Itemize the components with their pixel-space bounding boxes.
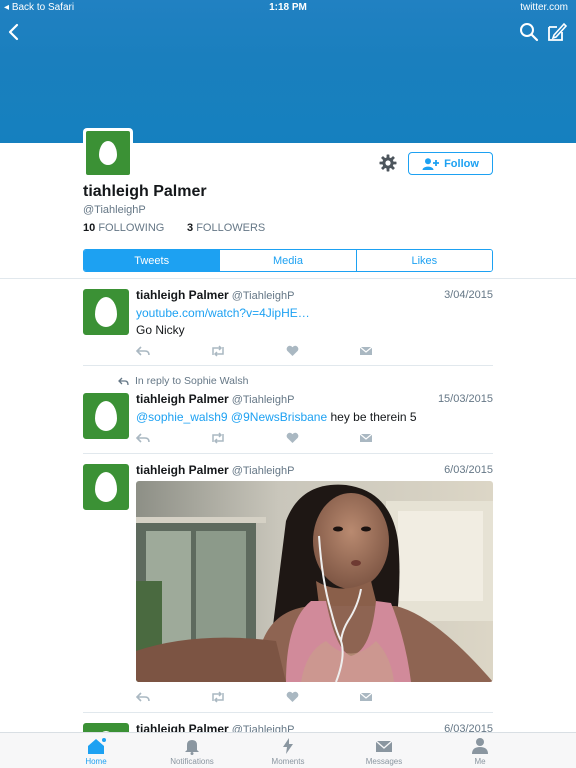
divider [83,712,493,713]
reply-icon[interactable] [135,344,150,362]
tweet-text: Go Nicky [136,323,185,337]
follow-button-label: Follow [444,157,479,170]
egg-icon [95,297,117,327]
retweet-icon[interactable] [210,431,226,449]
reply-context[interactable]: In reply to Sophie Walsh [118,375,248,387]
tab-home[interactable]: Home [48,737,144,766]
tweet-date: 15/03/2015 [437,393,493,405]
status-bar: ◂ Back to Safari 1:18 PM twitter.com [0,0,576,16]
reply-icon[interactable] [135,690,150,708]
divider [0,278,576,279]
tab-messages[interactable]: Messages [336,737,432,766]
default-egg-avatar [86,131,130,175]
following-label: FOLLOWING [98,222,165,234]
tweet-author-handle: @TiahleighP [231,465,295,477]
tweet-author-name: tiahleigh Palmer [136,463,229,477]
direct-message-icon[interactable] [359,431,373,449]
tweet-actions [135,431,376,445]
tweet-photo[interactable] [136,481,493,682]
tweet-author-handle: @TiahleighP [231,394,295,406]
gear-icon[interactable] [379,154,397,172]
retweet-icon[interactable] [210,690,226,708]
tab-moments-label: Moments [271,757,305,766]
tab-notifications-label: Notifications [170,757,214,766]
home-icon [88,738,106,754]
profile-header-banner [0,0,576,143]
mention-link[interactable]: @sophie_walsh9 [136,410,228,424]
tweet-author-handle: @TiahleighP [231,290,295,302]
bottom-tab-bar: Home Notifications Moments Messages Me [0,732,576,768]
follow-button[interactable]: Follow [408,152,493,175]
lightning-icon [283,738,293,754]
status-time: 1:18 PM [269,2,307,13]
reply-context-icon [118,377,129,385]
reply-context-label: In reply to Sophie Walsh [135,375,249,387]
following-stat[interactable]: 10 FOLLOWING [83,222,164,234]
divider [83,365,493,366]
tweet-author-name: tiahleigh Palmer [136,288,229,302]
profile-handle: @TiahleighP [83,204,146,216]
tweet-actions [135,690,376,704]
back-chevron-icon[interactable] [5,20,25,44]
tab-messages-label: Messages [365,757,403,766]
tab-moments[interactable]: Moments [240,737,336,766]
egg-icon [95,472,117,502]
bell-icon [185,740,199,755]
tweet-author[interactable]: tiahleigh Palmer @TiahleighP [136,288,294,302]
selfie-photo [136,481,493,682]
tweet-link[interactable]: youtube.com/watch?v=4JipHE… [136,306,310,320]
tab-home-label: Home [85,757,107,766]
tweet-text: @sophie_walsh9 @9NewsBrisbane hey be the… [136,410,417,424]
tweet-date: 6/03/2015 [444,464,493,476]
tab-likes[interactable]: Likes [355,250,492,271]
direct-message-icon[interactable] [359,690,373,708]
like-heart-icon[interactable] [286,431,299,449]
profile-tabs: Tweets Media Likes [83,249,493,272]
like-heart-icon[interactable] [286,344,299,362]
egg-icon [99,141,117,165]
tab-notifications[interactable]: Notifications [144,737,240,766]
divider [83,453,493,454]
status-host: twitter.com [520,2,568,13]
profile-avatar[interactable] [83,128,133,178]
tweet-avatar[interactable] [83,289,129,335]
tab-me-label: Me [474,757,486,766]
followers-label: FOLLOWERS [196,222,266,234]
tab-me[interactable]: Me [432,737,528,766]
tweet-actions [135,344,376,358]
add-person-icon [422,157,440,170]
tweet-avatar[interactable] [83,393,129,439]
tweet-author[interactable]: tiahleigh Palmer @TiahleighP [136,463,294,477]
profile-name: tiahleigh Palmer [83,183,207,200]
mention-link[interactable]: @9NewsBrisbane [231,410,327,424]
envelope-icon [375,740,393,752]
compose-tweet-icon[interactable] [546,21,568,43]
like-heart-icon[interactable] [286,690,299,708]
direct-message-icon[interactable] [359,344,373,362]
followers-stat[interactable]: 3 FOLLOWERS [187,222,265,234]
reply-icon[interactable] [135,431,150,449]
tweet-date: 3/04/2015 [444,289,493,301]
tweet-author-name: tiahleigh Palmer [136,392,229,406]
tab-tweets[interactable]: Tweets [84,250,220,271]
egg-icon [95,401,117,431]
person-icon [472,738,488,754]
tweet-text-body: hey be therein 5 [330,410,417,424]
search-icon[interactable] [518,21,540,43]
retweet-icon[interactable] [210,344,226,362]
tab-media[interactable]: Media [219,250,356,271]
tweet-avatar[interactable] [83,464,129,510]
following-count: 10 [83,222,96,234]
tweet-author[interactable]: tiahleigh Palmer @TiahleighP [136,392,294,406]
followers-count: 3 [187,222,194,234]
